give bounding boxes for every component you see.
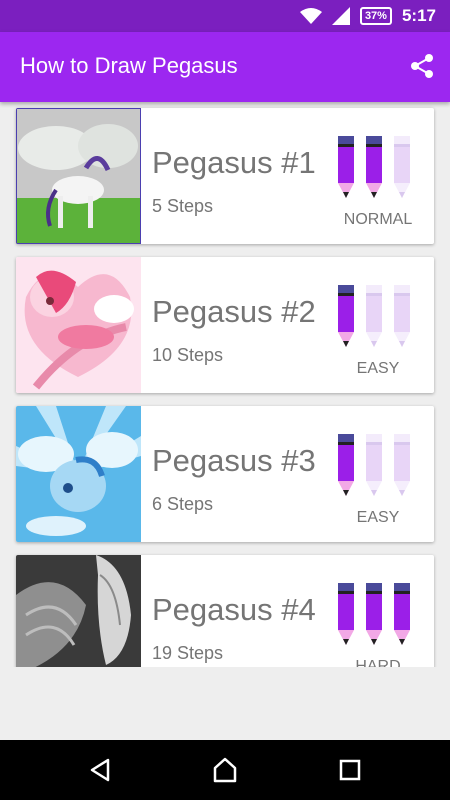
app-title: How to Draw Pegasus [20, 53, 238, 78]
pencil-rating-icon [338, 434, 410, 496]
status-time: 5:17 [401, 6, 436, 25]
pegasus-4-thumbnail [16, 555, 141, 667]
status-bar: 37% 5:17 [0, 0, 450, 32]
pencil-filled-icon [338, 583, 354, 645]
list-item[interactable]: Pegasus #1 5 Steps NORMAL [16, 108, 434, 244]
pencil-rating-icon [338, 136, 410, 198]
pencil-rating-icon [338, 285, 410, 347]
home-icon[interactable] [209, 754, 241, 786]
back-icon[interactable] [84, 754, 116, 786]
difficulty-indicator: NORMAL [334, 136, 422, 236]
pencil-filled-icon [338, 285, 354, 347]
pencil-empty-icon [394, 434, 410, 496]
app-bar: How to Draw Pegasus [0, 32, 450, 102]
pencil-empty-icon [394, 285, 410, 347]
pencil-filled-icon [394, 583, 410, 645]
list-item[interactable]: Pegasus #2 10 Steps EASY [16, 257, 434, 393]
list-item[interactable]: Pegasus #4 19 Steps HARD [16, 555, 434, 667]
difficulty-indicator: HARD [334, 583, 422, 667]
recents-icon[interactable] [334, 754, 366, 786]
card-steps: 19 Steps [152, 643, 224, 663]
difficulty-label: NORMAL [343, 211, 413, 228]
difficulty-indicator: EASY [334, 434, 422, 534]
card-title: Pegasus #2 [152, 294, 316, 329]
card-title: Pegasus #4 [152, 592, 316, 627]
difficulty-label: EASY [356, 360, 400, 377]
battery-indicator: 37% [359, 7, 392, 25]
difficulty-indicator: EASY [334, 285, 422, 385]
card-steps: 10 Steps [152, 345, 224, 365]
share-icon[interactable] [408, 52, 436, 80]
difficulty-label: HARD [355, 658, 401, 667]
card-steps: 5 Steps [152, 196, 214, 216]
navigation-bar [0, 740, 450, 800]
pencil-rating-icon [338, 583, 410, 645]
pegasus-2-thumbnail [16, 257, 141, 393]
pencil-filled-icon [338, 434, 354, 496]
pencil-filled-icon [338, 136, 354, 198]
difficulty-label: EASY [356, 509, 400, 526]
list-item[interactable]: Pegasus #3 6 Steps EASY [16, 406, 434, 542]
drawing-list[interactable]: Pegasus #1 5 Steps NORMAL Pegasus #2 10 … [0, 102, 450, 667]
card-steps: 6 Steps [152, 494, 214, 514]
pencil-empty-icon [394, 136, 410, 198]
pegasus-1-thumbnail [16, 108, 141, 244]
signal-icon [331, 7, 350, 25]
pencil-empty-icon [366, 285, 382, 347]
card-title: Pegasus #1 [152, 145, 316, 180]
pegasus-3-thumbnail [16, 406, 141, 542]
pencil-filled-icon [366, 136, 382, 198]
card-title: Pegasus #3 [152, 443, 316, 478]
pencil-empty-icon [366, 434, 382, 496]
pencil-filled-icon [366, 583, 382, 645]
wifi-icon [299, 8, 322, 24]
